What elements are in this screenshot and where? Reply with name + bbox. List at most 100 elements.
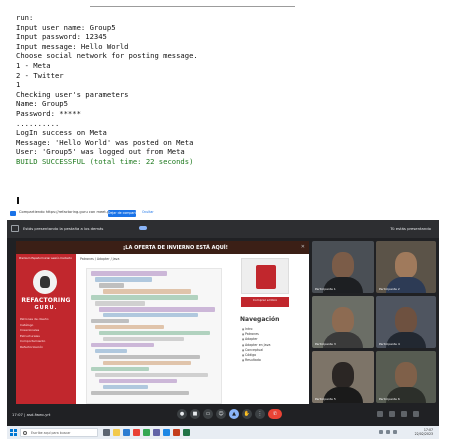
- activities-icon[interactable]: [413, 411, 419, 417]
- participant-name: Participante 5: [315, 397, 336, 401]
- powerpoint-icon[interactable]: [173, 429, 180, 436]
- site-nav-item[interactable]: Español: [31, 257, 41, 260]
- battery-icon[interactable]: [393, 430, 397, 434]
- code-line: [103, 360, 192, 366]
- presenting-bar: Estás presentando la pestaña a los demás…: [7, 220, 439, 238]
- console-line: run:: [16, 13, 34, 22]
- site-nav-item[interactable]: Iniciar sesión: [42, 257, 59, 260]
- code-line: [91, 271, 167, 276]
- people-icon[interactable]: [389, 411, 395, 417]
- audio-toggle[interactable]: [139, 226, 147, 230]
- site-logo-sub: GURU.: [34, 305, 58, 311]
- output-console: run: Input user name: Group5 Input passwor…: [0, 0, 449, 208]
- console-line: Password: *****: [16, 108, 81, 118]
- raccoon-mascot-icon: [33, 270, 57, 294]
- code-example: [86, 268, 222, 404]
- participant-tile[interactable]: Participante 5: [312, 351, 374, 403]
- teams-icon[interactable]: [153, 429, 160, 436]
- participant-name: Participante 4: [379, 342, 400, 346]
- site-sidebar: Premium Español Iniciar sesión Contacto …: [16, 254, 76, 404]
- console-separator: [90, 6, 295, 7]
- code-line: [99, 282, 125, 288]
- windows-start-icon[interactable]: [10, 429, 17, 436]
- buy-book-button[interactable]: Comprar el libro: [241, 297, 289, 307]
- code-line: [95, 276, 152, 282]
- participant-name: Participante 1: [315, 287, 336, 291]
- present-icon[interactable]: ▲: [229, 409, 239, 419]
- camera-icon[interactable]: ■: [190, 409, 200, 419]
- participant-video: [332, 252, 354, 279]
- navigation-item[interactable]: Resultado: [242, 358, 306, 363]
- word-icon[interactable]: [163, 429, 170, 436]
- console-line: 2 - Twitter: [16, 70, 64, 80]
- meeting-controls: 17:07 | asd-fweo-yrt ● ■ ▭ ☺ ▲ ✋ ⋮ ✆: [7, 404, 439, 426]
- promo-banner-text: ¡LA OFERTA DE INVIERNO ESTÁ AQUÍ!: [123, 245, 228, 251]
- raise-hand-icon[interactable]: ✋: [242, 409, 252, 419]
- participant-tile[interactable]: Participante 1: [312, 241, 374, 293]
- code-line: [99, 306, 215, 312]
- participant-video: [332, 362, 354, 389]
- promo-banner: ¡LA OFERTA DE INVIERNO ESTÁ AQUÍ! ✕: [16, 241, 309, 254]
- participant-tile[interactable]: Participante 4: [376, 296, 436, 348]
- chat-icon[interactable]: [401, 411, 407, 417]
- hide-share-bar-link[interactable]: Ocultar: [142, 210, 154, 214]
- windows-taskbar: Escribe aquí para buscar 17:07 22/02/202…: [7, 426, 439, 439]
- console-line: BUILD SUCCESSFUL (total time: 22 seconds…: [16, 156, 194, 166]
- console-line: Input user name: Group5: [16, 22, 116, 32]
- taskbar-search-input[interactable]: Escribe aquí para buscar: [20, 428, 98, 437]
- shared-presentation: ¡LA OFERTA DE INVIERNO ESTÁ AQUÍ! ✕ Prem…: [16, 241, 309, 404]
- code-line: [103, 384, 149, 390]
- file-explorer-icon[interactable]: [113, 429, 120, 436]
- search-icon: [23, 430, 27, 435]
- excel-icon[interactable]: [183, 429, 190, 436]
- participant-tile[interactable]: Participante 6: [376, 351, 436, 403]
- participant-name: Participante 6: [379, 397, 400, 401]
- code-line: [103, 312, 198, 318]
- end-call-icon[interactable]: ✆: [268, 409, 282, 419]
- captions-icon[interactable]: ▭: [203, 409, 213, 419]
- taskbar-clock[interactable]: 17:07 22/02/2023: [415, 428, 433, 436]
- site-main-content: Patrones / Adapter / Java: [76, 254, 226, 404]
- search-placeholder: Escribe aquí para buscar: [31, 431, 71, 435]
- task-view-icon[interactable]: [103, 429, 110, 436]
- site-nav-item[interactable]: Contacto: [60, 257, 72, 260]
- code-line: [99, 378, 178, 384]
- clock-date: 22/02/2023: [414, 432, 433, 437]
- mic-icon[interactable]: ●: [177, 409, 187, 419]
- code-line: [95, 300, 146, 306]
- code-line: [91, 318, 129, 324]
- console-line: Input message: Hello World: [16, 41, 129, 51]
- reaction-icon[interactable]: ☺: [216, 409, 226, 419]
- navigation-list: Intro Patrones Adapter Adapter en Java C…: [242, 327, 306, 363]
- code-line: [95, 372, 209, 378]
- chrome-icon[interactable]: [133, 429, 140, 436]
- participant-video: [395, 252, 417, 279]
- network-icon[interactable]: [379, 430, 383, 434]
- meeting-info: 17:07 | asd-fweo-yrt: [12, 412, 51, 417]
- participant-tile[interactable]: Participante 3: [312, 296, 374, 348]
- console-line: Choose social network for posting messag…: [16, 51, 198, 61]
- volume-icon[interactable]: [386, 430, 390, 434]
- code-line: [103, 336, 184, 342]
- console-line: 1: [16, 80, 21, 90]
- participant-tile[interactable]: Participante 2: [376, 241, 436, 293]
- console-line: Input password: 12345: [16, 32, 107, 42]
- participant-video: [395, 307, 417, 334]
- stop-sharing-button[interactable]: Dejar de compartir: [108, 210, 136, 217]
- site-menu: Patrones de diseño Catálogo Creacionales…: [20, 317, 74, 351]
- site-logo[interactable]: REFACTORING: [16, 297, 76, 304]
- close-icon[interactable]: ✕: [301, 244, 305, 250]
- more-icon[interactable]: ⋮: [255, 409, 265, 419]
- console-line: Checking user's parameters: [16, 89, 129, 99]
- info-icon[interactable]: [377, 411, 383, 417]
- edge-icon[interactable]: [123, 429, 130, 436]
- code-line: [99, 330, 210, 336]
- spotify-icon[interactable]: [143, 429, 150, 436]
- participant-video: [332, 307, 354, 334]
- code-line: [95, 348, 127, 354]
- screen-share-bar: Compartiendo https://refactoring.guru co…: [7, 208, 439, 220]
- book-cover-image: [241, 258, 289, 294]
- site-menu-item[interactable]: Refactorización: [20, 345, 74, 351]
- code-line: [103, 288, 192, 294]
- site-nav-item[interactable]: Premium: [19, 257, 31, 260]
